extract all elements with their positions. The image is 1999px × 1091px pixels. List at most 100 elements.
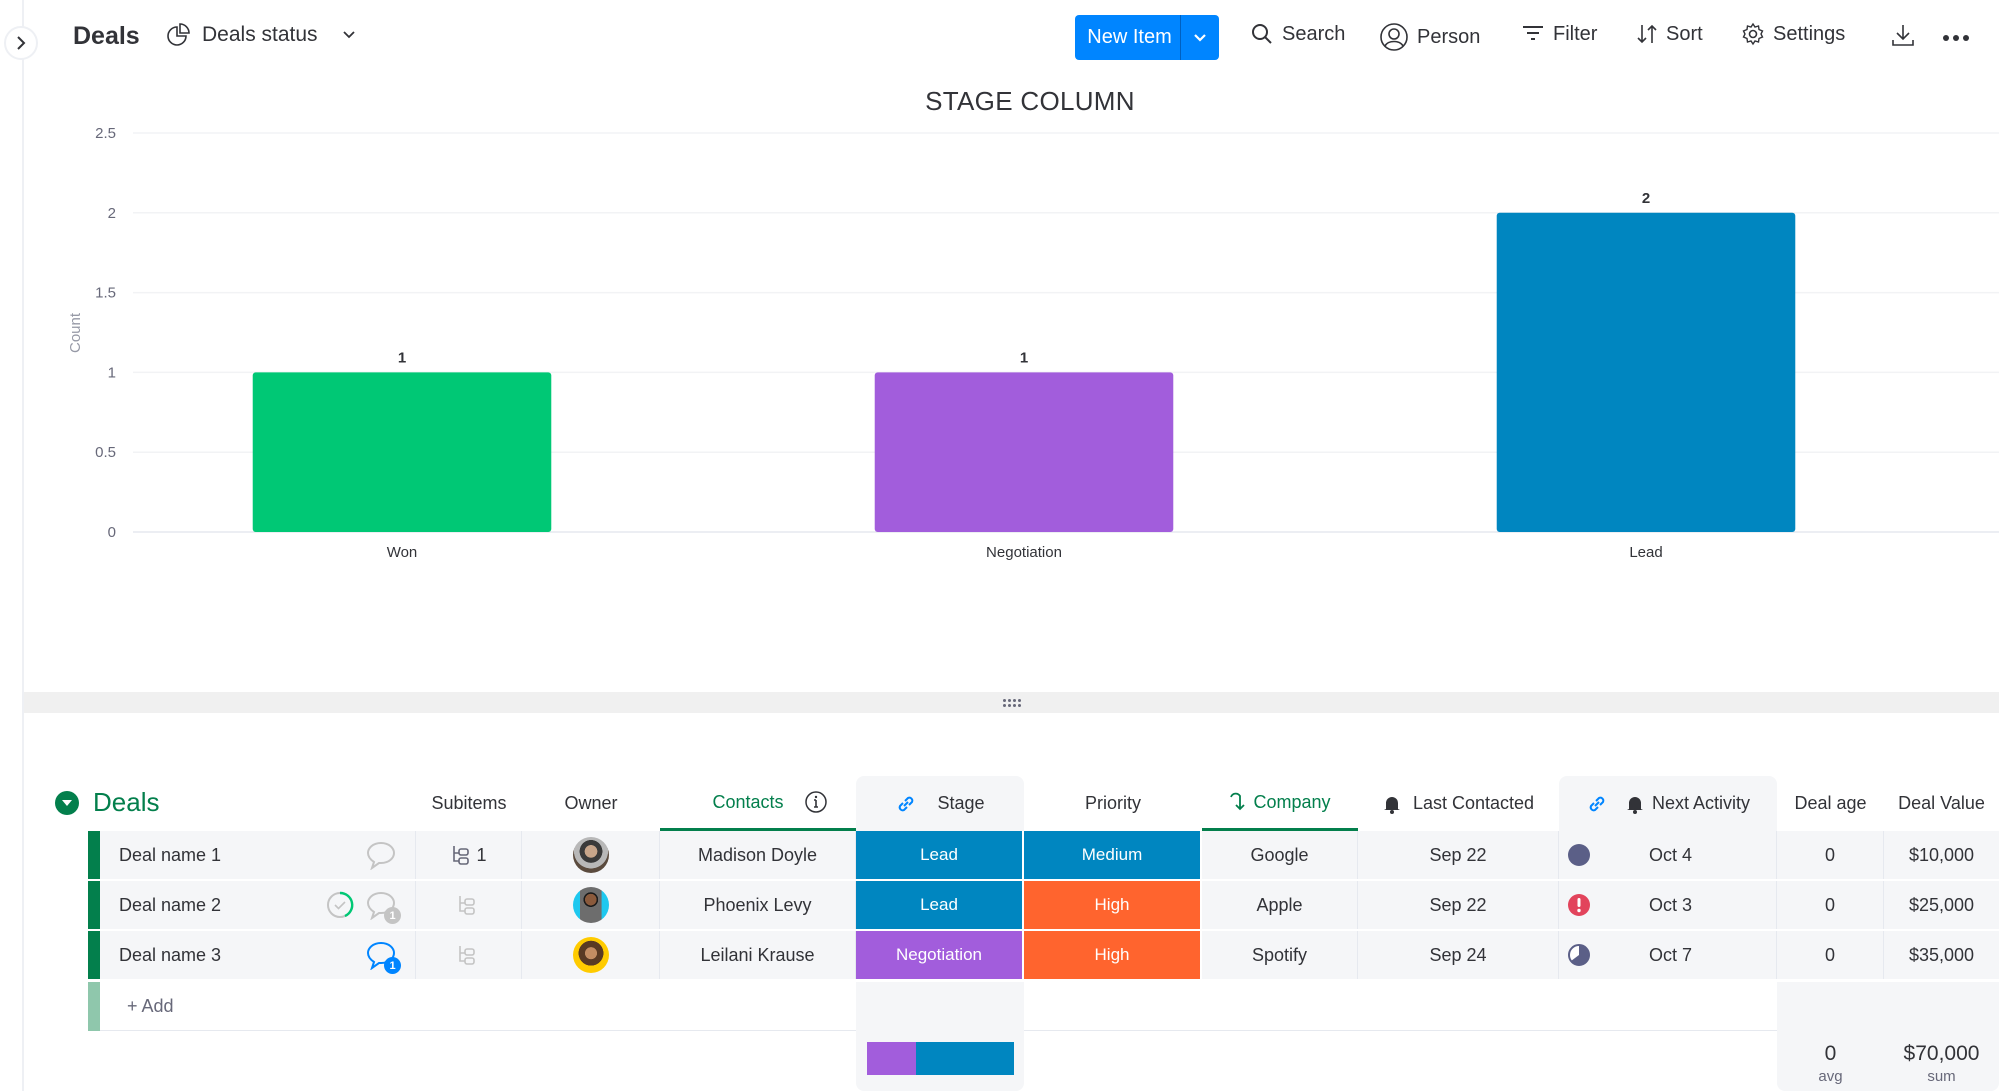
deal-value-cell[interactable]: $25,000 (1884, 881, 1999, 929)
avatar (572, 937, 609, 973)
column-label: Priority (1084, 793, 1141, 813)
column-header-deal-value[interactable]: Deal Value (1884, 776, 1999, 831)
contact-cell[interactable]: Madison Doyle (660, 831, 856, 879)
avatar (572, 837, 609, 873)
bar-value-label: 1 (1020, 349, 1028, 366)
priority-status-cell[interactable]: High (1024, 931, 1202, 979)
deal-value-summary-label: sum (1927, 1068, 1956, 1085)
deal-value-summary-value: $70,000 (1903, 1042, 1980, 1065)
item-name: Deal name 1 (119, 844, 222, 865)
deal-value-cell[interactable]: $35,000 (1884, 931, 1999, 979)
priority-label: High (1094, 945, 1130, 964)
deal-value-amount: $35,000 (1908, 944, 1975, 965)
x-tick-label: Negotiation (986, 544, 1062, 561)
row-color-bar (88, 881, 100, 929)
bar-won (252, 372, 552, 532)
owner-cell[interactable] (522, 931, 660, 979)
contact-name: Madison Doyle (697, 844, 818, 865)
next-activity-cell[interactable]: Oct 4 (1559, 831, 1777, 879)
company-cell[interactable]: Google (1202, 831, 1358, 879)
stage-status-cell[interactable]: Negotiation (856, 931, 1024, 979)
link-icon (1589, 796, 1605, 811)
next-activity-date: Oct 3 (1649, 894, 1693, 915)
updates-icon[interactable]: 1 (365, 940, 401, 974)
deal-age-cell[interactable]: 0 (1777, 931, 1884, 979)
contact-cell[interactable]: Leilani Krause (660, 931, 856, 979)
y-tick-label: 2.5 (95, 125, 116, 142)
x-tick-label: Lead (1629, 544, 1662, 561)
owner-cell[interactable] (522, 881, 660, 929)
column-header-next-activity[interactable]: Next Activity (1559, 776, 1777, 831)
priority-status-cell[interactable]: Medium (1024, 831, 1202, 879)
y-axis-label: Count (67, 312, 84, 353)
column-header-last-contacted[interactable]: Last Contacted (1358, 776, 1559, 831)
stage-label: Lead (920, 845, 958, 864)
deal-value-cell[interactable]: $10,000 (1884, 831, 1999, 879)
deal-value-amount: $10,000 (1908, 844, 1975, 865)
last-contacted-cell[interactable]: Sep 24 (1358, 931, 1559, 979)
company-name: Spotify (1251, 944, 1308, 965)
add-item-button[interactable]: + Add (127, 996, 174, 1017)
column-label: Owner (564, 793, 618, 813)
progress-check-icon (327, 891, 354, 918)
activity-scheduled-icon (1568, 844, 1590, 866)
subitems-cell[interactable]: 1 (416, 831, 522, 879)
updates-icon[interactable] (365, 840, 397, 871)
contact-name: Leilani Krause (700, 944, 815, 965)
deal-age-cell[interactable]: 0 (1777, 831, 1884, 879)
contact-cell[interactable]: Phoenix Levy (660, 881, 856, 929)
updates-icon[interactable]: 1 (365, 890, 401, 924)
chat-bubble-icon (366, 841, 396, 871)
column-label: Next Activity (1651, 793, 1751, 813)
priority-status-cell[interactable]: High (1024, 881, 1202, 929)
stage-distribution-bar[interactable] (867, 1042, 1014, 1075)
stage-status-cell[interactable]: Lead (856, 881, 1024, 929)
item-name-cell[interactable]: Deal name 2 1 (100, 881, 416, 929)
column-header-deal-age[interactable]: Deal age (1777, 776, 1884, 831)
bar-value-label: 2 (1642, 190, 1650, 207)
add-item-row (88, 982, 1999, 1031)
contact-name: Phoenix Levy (703, 894, 812, 915)
column-header-subitems[interactable]: Subitems (416, 776, 522, 831)
column-label: Company (1253, 791, 1331, 812)
company-cell[interactable]: Spotify (1202, 931, 1358, 979)
y-tick-label: 0 (108, 524, 116, 541)
priority-label: High (1094, 895, 1130, 914)
next-activity-cell[interactable]: Oct 3 (1559, 881, 1777, 929)
bar-chart: 0 0.5 1 1.5 2 2.5 Count 1 Won 1 Negotiation 2 Lead (67, 125, 1999, 561)
updates-count-badge: 1 (384, 907, 401, 924)
deal-age-cell[interactable]: 0 (1777, 881, 1884, 929)
info-icon[interactable] (804, 790, 828, 814)
stage-status-cell[interactable]: Lead (856, 831, 1024, 879)
group-title[interactable]: Deals (93, 787, 159, 818)
next-activity-date: Oct 7 (1649, 944, 1693, 965)
bell-icon (1383, 796, 1400, 814)
subitems-icon (453, 846, 470, 865)
last-contacted-cell[interactable]: Sep 22 (1358, 831, 1559, 879)
add-row-color-bar (88, 982, 100, 1031)
subitems-cell[interactable] (416, 881, 522, 929)
column-label: Last Contacted (1412, 793, 1535, 813)
distribution-segment-lead[interactable] (915, 1042, 1014, 1075)
item-name-cell[interactable]: Deal name 3 1 (100, 931, 416, 979)
avatar (572, 887, 609, 923)
bell-icon (1626, 796, 1643, 814)
next-activity-date: Oct 4 (1649, 844, 1693, 865)
last-contacted-cell[interactable]: Sep 22 (1358, 881, 1559, 929)
item-name-cell[interactable]: Deal name 1 (100, 831, 416, 879)
company-cell[interactable]: Apple (1202, 881, 1358, 929)
column-header-priority[interactable]: Priority (1024, 776, 1202, 831)
column-header-owner[interactable]: Owner (522, 776, 660, 831)
column-header-company[interactable]: Company (1202, 776, 1358, 831)
subitems-cell[interactable] (416, 931, 522, 979)
deal-age-summary-label: avg (1818, 1068, 1843, 1085)
group-collapse-button[interactable] (55, 791, 79, 815)
activity-in-progress-icon (1568, 944, 1590, 966)
column-header-stage[interactable]: Stage (856, 776, 1024, 831)
owner-cell[interactable] (522, 831, 660, 879)
distribution-segment-negotiation[interactable] (867, 1042, 916, 1075)
resize-handle[interactable] (24, 692, 1999, 713)
column-header-contacts[interactable]: Contacts (660, 776, 856, 831)
y-tick-label: 2 (108, 205, 116, 222)
next-activity-cell[interactable]: Oct 7 (1559, 931, 1777, 979)
